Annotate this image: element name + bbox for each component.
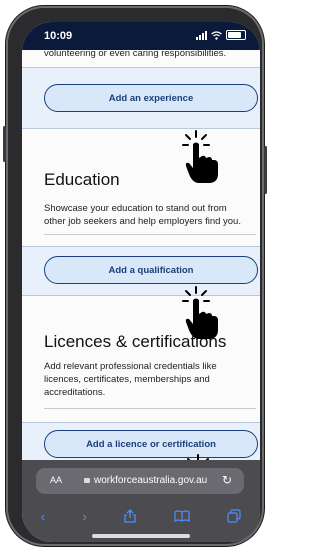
lock-icon [84, 478, 90, 483]
url-text[interactable]: workforceaustralia.gov.au [84, 475, 207, 486]
experience-description: volunteering or even caring responsibili… [44, 48, 227, 59]
back-icon[interactable]: ‹ [41, 509, 45, 524]
tabs-icon[interactable] [227, 509, 241, 523]
add-qualification-button[interactable]: Add a qualification [44, 256, 258, 284]
phone-frame: 10:09 volunteering or even caring respon… [3, 6, 267, 546]
divider [44, 408, 256, 409]
signal-icon [196, 30, 207, 40]
tap-hand-icon [182, 130, 218, 183]
volume-button [3, 126, 6, 162]
safari-bottom-bar: AA workforceaustralia.gov.au ↻ ‹ › [22, 460, 260, 542]
safari-toolbar: ‹ › [22, 504, 260, 528]
address-bar[interactable]: AA workforceaustralia.gov.au ↻ [36, 468, 244, 494]
screen: 10:09 volunteering or even caring respon… [22, 22, 260, 542]
status-bar: 10:09 [22, 22, 260, 50]
status-time: 10:09 [44, 30, 73, 42]
wifi-icon [211, 30, 222, 40]
reload-icon[interactable]: ↻ [222, 473, 232, 487]
battery-icon [226, 30, 246, 40]
forward-icon[interactable]: › [83, 509, 87, 524]
education-description: Showcase your education to stand out fro… [44, 203, 241, 227]
tap-hand-icon [182, 286, 218, 339]
education-heading: Education [44, 170, 120, 189]
text-size-button[interactable]: AA [50, 475, 62, 485]
home-indicator [92, 534, 190, 538]
power-button [264, 146, 267, 194]
share-icon[interactable] [124, 509, 136, 523]
page-content: volunteering or even caring responsibili… [22, 48, 260, 468]
status-icons [196, 30, 246, 40]
add-licence-button[interactable]: Add a licence or certification [44, 430, 258, 458]
licences-description: Add relevant professional credentials li… [44, 361, 217, 398]
add-experience-button[interactable]: Add an experience [44, 84, 258, 112]
bookmarks-icon[interactable] [174, 510, 190, 522]
divider [44, 234, 256, 235]
